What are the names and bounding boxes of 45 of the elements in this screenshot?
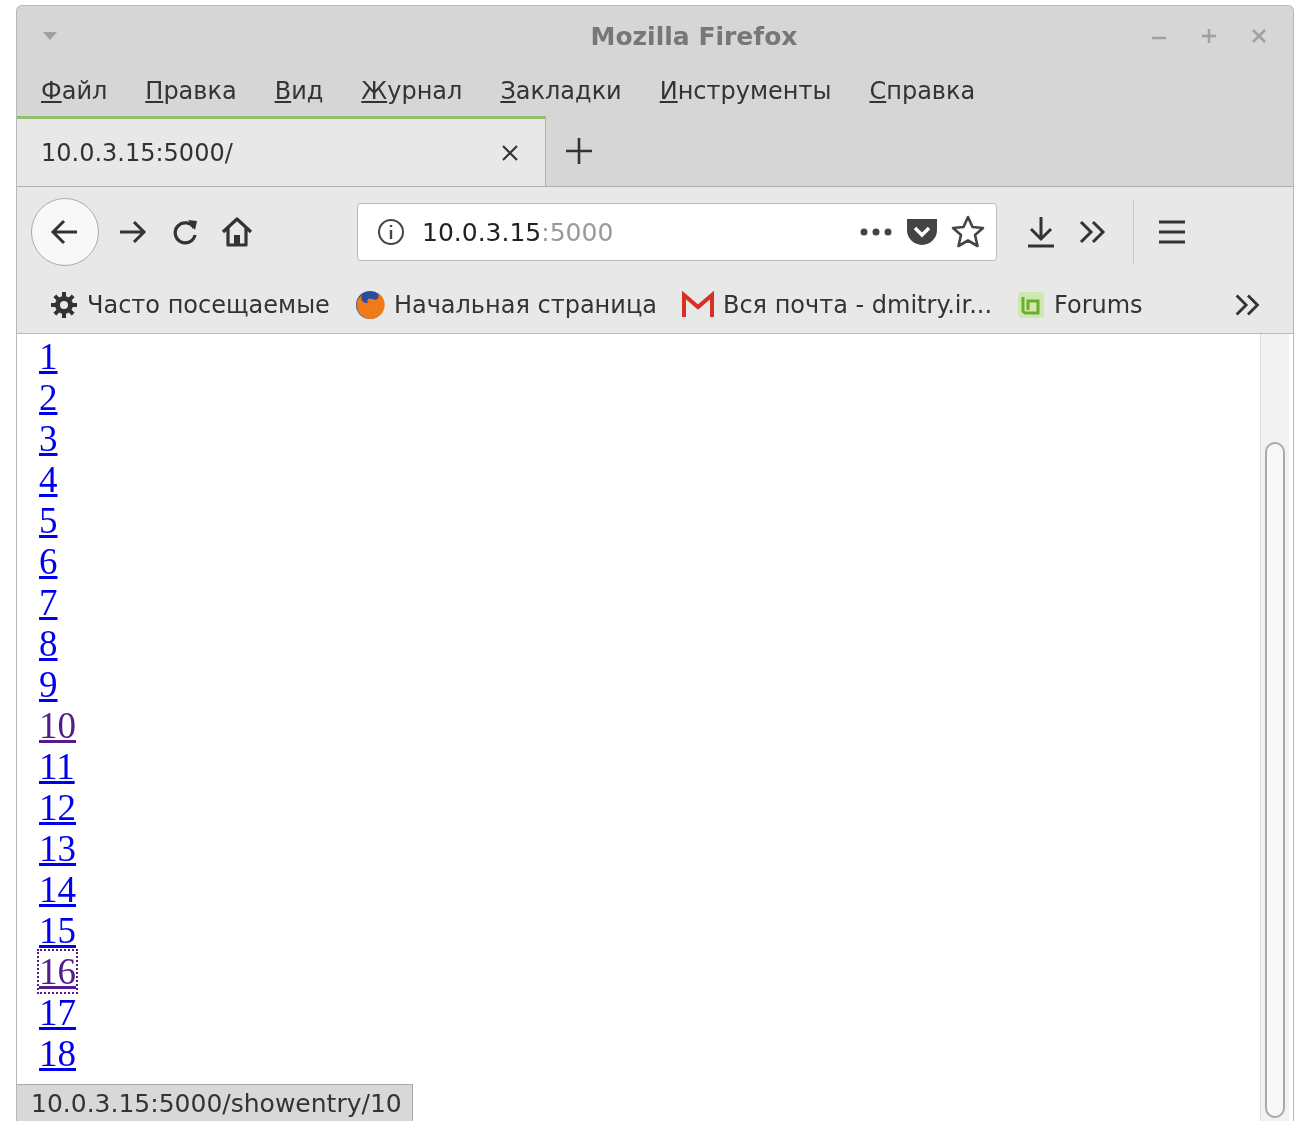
globe-fox-icon xyxy=(353,289,386,321)
star-icon[interactable] xyxy=(950,214,986,250)
page-link[interactable]: 1 xyxy=(39,336,58,377)
scrollbar-thumb[interactable] xyxy=(1265,442,1285,1118)
menu-item[interactable]: Правка xyxy=(145,77,237,105)
browser-tab[interactable]: 10.0.3.15:5000/ xyxy=(17,116,546,186)
new-tab-icon[interactable] xyxy=(564,136,594,166)
bookmark-item[interactable]: Forums xyxy=(1016,290,1143,320)
page-link[interactable]: 11 xyxy=(39,746,75,787)
menu-item[interactable]: Инструменты xyxy=(659,77,832,105)
address-bar[interactable]: 10.0.3.15:5000 xyxy=(357,203,997,261)
bookmark-item[interactable]: Начальная страница xyxy=(353,289,657,321)
bookmark-item[interactable]: Вся почта - dmitry.ir... xyxy=(680,291,992,319)
status-bar: 10.0.3.15:5000/showentry/10 xyxy=(17,1084,413,1121)
menu-item[interactable]: Файл xyxy=(41,77,108,105)
page-link[interactable]: 6 xyxy=(39,541,58,582)
gear-icon xyxy=(49,290,79,320)
page-link[interactable]: 7 xyxy=(39,582,58,623)
more-icon[interactable] xyxy=(858,226,894,238)
page-link[interactable]: 4 xyxy=(39,459,58,500)
mail-icon xyxy=(680,291,715,319)
scrollbar[interactable] xyxy=(1260,334,1289,1121)
menu-item[interactable]: Закладки xyxy=(500,77,622,105)
page-link[interactable]: 3 xyxy=(39,418,58,459)
page-link[interactable]: 10 xyxy=(39,705,76,746)
page-link[interactable]: 13 xyxy=(39,828,76,869)
url-text: 10.0.3.15:5000 xyxy=(422,217,615,247)
page-link[interactable]: 15 xyxy=(39,910,76,951)
page-link[interactable]: 17 xyxy=(39,992,76,1033)
page-link[interactable]: 5 xyxy=(39,500,58,541)
page-link[interactable]: 12 xyxy=(39,787,76,828)
menu-item[interactable]: Справка xyxy=(869,77,976,105)
page-link[interactable]: 2 xyxy=(39,377,58,418)
menu-item[interactable]: Вид xyxy=(274,77,324,105)
bookmark-item[interactable]: Часто посещаемые xyxy=(49,290,330,320)
page-link[interactable]: 14 xyxy=(39,869,76,910)
window-title: Mozilla Firefox xyxy=(589,21,799,51)
menu-item[interactable]: Журнал xyxy=(361,77,463,105)
info-icon[interactable] xyxy=(376,217,406,247)
home-icon[interactable] xyxy=(219,214,255,250)
leaf-icon xyxy=(1016,290,1046,320)
page-link[interactable]: 18 xyxy=(39,1033,76,1074)
page-link[interactable]: 16 xyxy=(39,951,76,992)
page-link[interactable]: 9 xyxy=(39,664,58,705)
page-link[interactable]: 8 xyxy=(39,623,58,664)
